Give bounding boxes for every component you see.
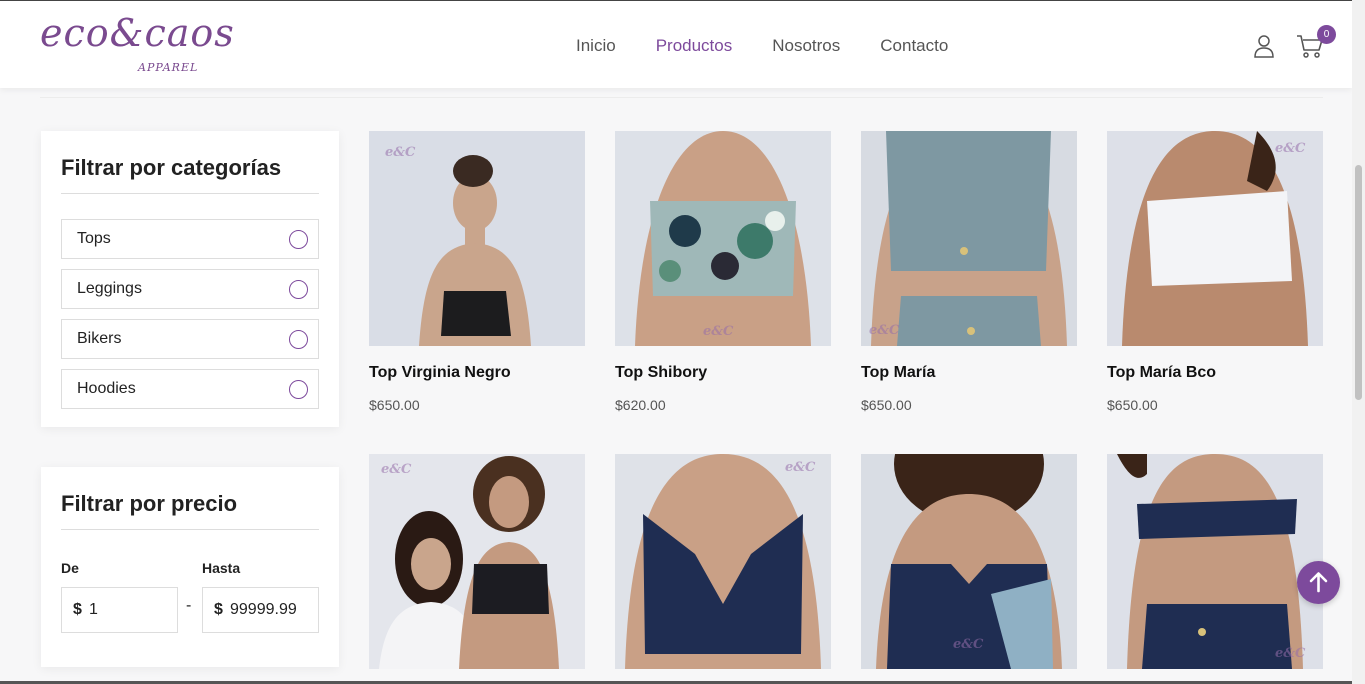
brand-watermark: e&C [869,323,900,338]
product-name[interactable]: Top María Bco [1107,364,1323,382]
cart-count-badge: 0 [1317,25,1336,44]
product-image[interactable]: e&C [1107,454,1323,669]
brand-watermark: e&C [1275,141,1306,156]
brand-watermark: e&C [385,145,416,160]
user-icon[interactable] [1253,34,1275,58]
model-photo [615,454,831,669]
product-image[interactable]: e&C [615,454,831,669]
category-filter: Filtrar por categorías Tops Leggings Bik… [41,131,339,427]
product-price: $650.00 [369,397,420,413]
price-range-inputs: $ - $ [61,587,319,633]
price-to-input[interactable] [230,598,310,622]
price-to-label: Hasta [202,560,241,576]
price-from-field[interactable]: $ [61,587,178,633]
brand-watermark: e&C [953,637,984,652]
product-image[interactable]: e&C [861,454,1077,669]
site-header: eco&caos APPAREL Inicio Productos Nosotr… [0,0,1352,88]
product-card[interactable]: e&C Top María $650.00 [861,131,1077,413]
nav-productos[interactable]: Productos [656,36,733,56]
product-image[interactable]: e&C [369,454,585,669]
radio-button[interactable] [289,280,308,299]
model-photo [1107,131,1323,346]
nav-nosotros[interactable]: Nosotros [772,36,840,56]
radio-button[interactable] [289,380,308,399]
product-card[interactable]: e&C [369,454,585,669]
page-scrollbar[interactable] [1352,0,1365,684]
brand-watermark: e&C [381,462,412,477]
model-photo [615,131,831,346]
category-label: Hoodies [77,380,136,397]
category-option-leggings[interactable]: Leggings [61,269,319,309]
category-label: Tops [77,230,111,247]
product-card[interactable]: e&C Top Virginia Negro $650.00 [369,131,585,413]
price-to-field[interactable]: $ [202,587,319,633]
currency-symbol: $ [73,601,82,618]
logo-wordmark: eco&caos [40,11,235,55]
product-card[interactable]: e&C [615,454,831,669]
divider [40,97,1323,98]
product-card[interactable]: e&C [1107,454,1323,669]
scrollbar-thumb[interactable] [1355,165,1362,400]
price-from-input[interactable] [89,598,169,622]
category-option-bikers[interactable]: Bikers [61,319,319,359]
product-card[interactable]: e&C Top María Bco $650.00 [1107,131,1323,413]
category-option-hoodies[interactable]: Hoodies [61,369,319,409]
radio-button[interactable] [289,230,308,249]
product-image[interactable]: e&C [861,131,1077,346]
logo-tagline: APPAREL [138,61,199,74]
price-filter: Filtrar por precio De Hasta [41,467,339,667]
category-label: Bikers [77,330,122,347]
brand-watermark: e&C [785,460,816,475]
product-image[interactable]: e&C [1107,131,1323,346]
product-image[interactable]: e&C [615,131,831,346]
range-separator: - [186,597,192,614]
category-option-tops[interactable]: Tops [61,219,319,259]
model-photo [369,131,585,346]
category-list: Tops Leggings Bikers Hoodies [61,219,319,409]
main-nav: Inicio Productos Nosotros Contacto [576,36,948,56]
product-name[interactable]: Top María [861,364,1077,382]
product-price: $650.00 [861,397,912,413]
product-image[interactable]: e&C [369,131,585,346]
arrow-up-icon [1309,572,1328,593]
radio-button[interactable] [289,330,308,349]
product-card[interactable]: e&C [861,454,1077,669]
product-price: $620.00 [615,397,666,413]
nav-inicio[interactable]: Inicio [576,36,616,56]
scroll-to-top-button[interactable] [1297,561,1340,604]
price-filter-title: Filtrar por precio [61,467,319,530]
nav-contacto[interactable]: Contacto [880,36,948,56]
product-name[interactable]: Top Virginia Negro [369,364,585,382]
brand-watermark: e&C [1275,646,1306,661]
currency-symbol: $ [214,601,223,618]
category-filter-title: Filtrar por categorías [61,131,319,194]
model-photo [1107,454,1323,669]
product-name[interactable]: Top Shibory [615,364,831,382]
category-label: Leggings [77,280,142,297]
model-photo [861,131,1077,346]
price-from-label: De [61,560,79,576]
product-price: $650.00 [1107,397,1158,413]
model-photo [369,454,585,669]
product-card[interactable]: e&C Top Shibory $620.00 [615,131,831,413]
brand-watermark: e&C [703,324,734,339]
brand-logo[interactable]: eco&caos APPAREL [40,11,290,77]
